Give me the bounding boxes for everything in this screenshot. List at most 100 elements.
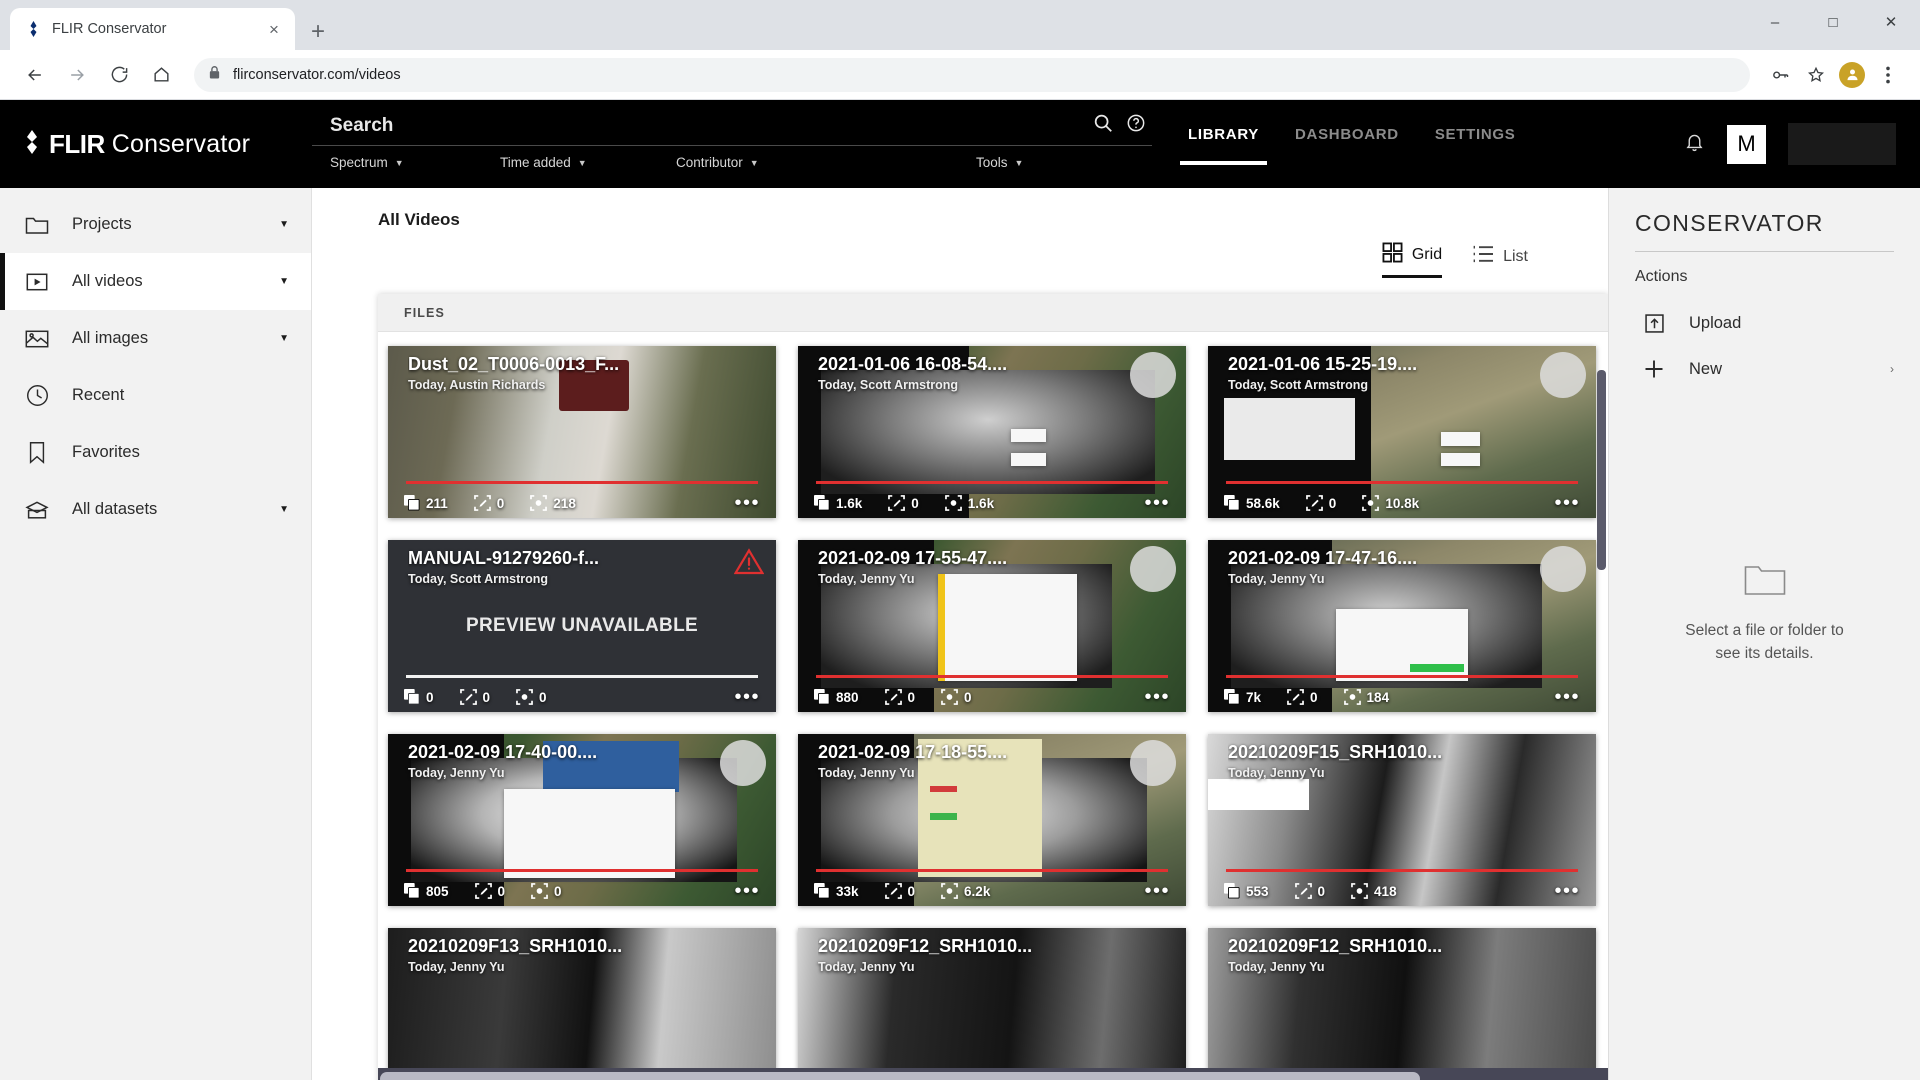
video-card[interactable]: 2021-02-09 17-18-55.... Today, Jenny Yu … <box>798 734 1186 906</box>
files-grid: Dust_02_T0006-0013_F... Today, Austin Ri… <box>388 346 1608 1080</box>
card-more-button[interactable]: ••• <box>734 881 760 901</box>
filter-spectrum[interactable]: Spectrum ▼ <box>330 155 500 170</box>
filter-tools[interactable]: Tools ▼ <box>976 155 1023 170</box>
vertical-scrollbar-thumb[interactable] <box>1597 370 1606 570</box>
video-card[interactable]: 2021-01-06 15-25-19.... Today, Scott Arm… <box>1208 346 1596 518</box>
bell-icon[interactable] <box>1684 131 1705 158</box>
stat-frames: 1.6k <box>814 495 862 511</box>
window-close-icon[interactable]: ✕ <box>1862 0 1920 44</box>
tab-dashboard[interactable]: DASHBOARD <box>1277 126 1417 165</box>
card-more-button[interactable]: ••• <box>1144 687 1170 707</box>
files-grid-scroll[interactable]: Dust_02_T0006-0013_F... Today, Austin Ri… <box>378 332 1608 1080</box>
reload-icon[interactable] <box>100 56 138 94</box>
browser-tab-title: FLIR Conservator <box>52 21 167 37</box>
video-card[interactable]: 20210209F12_SRH1010... Today, Jenny Yu <box>1208 928 1596 1080</box>
progress-bar <box>1226 481 1578 484</box>
view-grid-button[interactable]: Grid <box>1381 242 1443 278</box>
search-input[interactable]: Search <box>330 115 1092 137</box>
list-icon <box>1472 245 1494 268</box>
forward-arrow-icon[interactable] <box>58 56 96 94</box>
card-title: 2021-01-06 15-25-19.... <box>1228 354 1418 374</box>
card-more-button[interactable]: ••• <box>1554 881 1580 901</box>
maximize-icon[interactable]: □ <box>1804 0 1862 44</box>
card-title: Dust_02_T0006-0013_F... <box>408 354 620 374</box>
home-icon[interactable] <box>142 56 180 94</box>
progress-bar <box>406 675 758 678</box>
card-more-button[interactable]: ••• <box>1144 881 1170 901</box>
brand-flir: FLIR <box>49 128 105 159</box>
chevron-down-icon[interactable]: ▼ <box>279 276 289 287</box>
card-more-button[interactable]: ••• <box>1554 493 1580 513</box>
filter-time-added[interactable]: Time added ▼ <box>500 155 676 170</box>
chevron-down-icon[interactable]: ▼ <box>279 504 289 515</box>
progress-bar <box>406 481 758 484</box>
tab-library[interactable]: LIBRARY <box>1170 126 1277 165</box>
card-more-button[interactable]: ••• <box>1554 687 1580 707</box>
card-footer: 805 0 0 ••• <box>388 876 776 906</box>
video-card[interactable]: 2021-02-09 17-55-47.... Today, Jenny Yu … <box>798 540 1186 712</box>
sidebar-item-all-datasets[interactable]: All datasets ▼ <box>0 481 311 538</box>
key-icon[interactable] <box>1764 59 1796 91</box>
video-card[interactable]: 2021-02-09 17-47-16.... Today, Jenny Yu … <box>1208 540 1596 712</box>
chevron-right-icon[interactable]: › <box>1890 362 1894 376</box>
sidebar-item-favorites[interactable]: Favorites <box>0 424 311 481</box>
filter-contributor[interactable]: Contributor ▼ <box>676 155 976 170</box>
search-zone: Search Spectrum ▼ Time added ▼ Contributor… <box>312 100 1152 170</box>
stat-annotations: 0 <box>473 495 504 511</box>
sidebar-item-all-videos[interactable]: All videos ▼ <box>0 253 311 310</box>
card-subtitle: Today, Jenny Yu <box>408 960 505 974</box>
card-footer: 553 0 418 ••• <box>1208 876 1596 906</box>
new-button[interactable]: New › <box>1635 346 1894 392</box>
video-card[interactable]: MANUAL-91279260-f... Today, Scott Armstr… <box>388 540 776 712</box>
card-subtitle: Today, Jenny Yu <box>1228 766 1325 780</box>
card-footer: 58.6k 0 10.8k ••• <box>1208 488 1596 518</box>
card-title: 2021-02-09 17-18-55.... <box>818 742 1008 762</box>
stat-frames: 880 <box>814 689 859 705</box>
horizontal-scrollbar-thumb[interactable] <box>380 1072 1420 1080</box>
back-arrow-icon[interactable] <box>16 56 54 94</box>
browser-tab[interactable]: FLIR Conservator × <box>10 8 295 50</box>
kebab-menu-icon[interactable] <box>1872 59 1904 91</box>
card-more-button[interactable]: ••• <box>1144 493 1170 513</box>
avatar[interactable] <box>1836 59 1868 91</box>
video-icon <box>24 271 50 293</box>
video-card[interactable]: 2021-01-06 16-08-54.... Today, Scott Arm… <box>798 346 1186 518</box>
address-bar[interactable]: flirconservator.com/videos <box>194 57 1750 92</box>
sidebar-item-all-images[interactable]: All images ▼ <box>0 310 311 367</box>
progress-bar <box>1226 675 1578 678</box>
card-title: 20210209F12_SRH1010... <box>818 936 1033 956</box>
sidebar-item-recent[interactable]: Recent <box>0 367 311 424</box>
chevron-down-icon: ▼ <box>577 157 587 168</box>
search-icon[interactable] <box>1092 112 1114 139</box>
minimize-icon[interactable]: – <box>1746 0 1804 44</box>
video-card[interactable]: 20210209F13_SRH1010... Today, Jenny Yu <box>388 928 776 1080</box>
tab-settings[interactable]: SETTINGS <box>1417 126 1534 165</box>
stat-detections: 6.2k <box>941 883 990 899</box>
view-list-button[interactable]: List <box>1472 245 1528 275</box>
vertical-scrollbar[interactable] <box>1597 370 1606 1068</box>
star-icon[interactable] <box>1800 59 1832 91</box>
upload-button[interactable]: Upload <box>1635 300 1894 346</box>
chevron-down-icon: ▼ <box>1014 157 1024 168</box>
sidebar-item-label: All videos <box>72 272 143 290</box>
card-more-button[interactable]: ••• <box>734 493 760 513</box>
window-controls: – □ ✕ <box>1746 0 1920 44</box>
card-footer: 0 0 0 ••• <box>388 682 776 712</box>
card-more-button[interactable]: ••• <box>734 687 760 707</box>
video-card[interactable]: 20210209F15_SRH1010... Today, Jenny Yu 5… <box>1208 734 1596 906</box>
video-card[interactable]: Dust_02_T0006-0013_F... Today, Austin Ri… <box>388 346 776 518</box>
stat-frames: 7k <box>1224 689 1261 705</box>
search-bar[interactable]: Search <box>312 112 1152 146</box>
chevron-down-icon[interactable]: ▼ <box>279 333 289 344</box>
new-tab-button[interactable]: + <box>311 20 325 44</box>
close-icon[interactable]: × <box>263 21 285 38</box>
video-card[interactable]: 2021-02-09 17-40-00.... Today, Jenny Yu … <box>388 734 776 906</box>
card-subtitle: Today, Jenny Yu <box>408 766 505 780</box>
video-card[interactable]: 20210209F12_SRH1010... Today, Jenny Yu <box>798 928 1186 1080</box>
sidebar-item-projects[interactable]: Projects ▼ <box>0 196 311 253</box>
help-circle-icon[interactable] <box>1126 113 1146 138</box>
app-brand[interactable]: FLIR Conservator <box>0 100 312 188</box>
horizontal-scrollbar[interactable] <box>378 1068 1608 1080</box>
chevron-down-icon[interactable]: ▼ <box>279 219 289 230</box>
user-avatar[interactable]: M <box>1727 124 1766 164</box>
